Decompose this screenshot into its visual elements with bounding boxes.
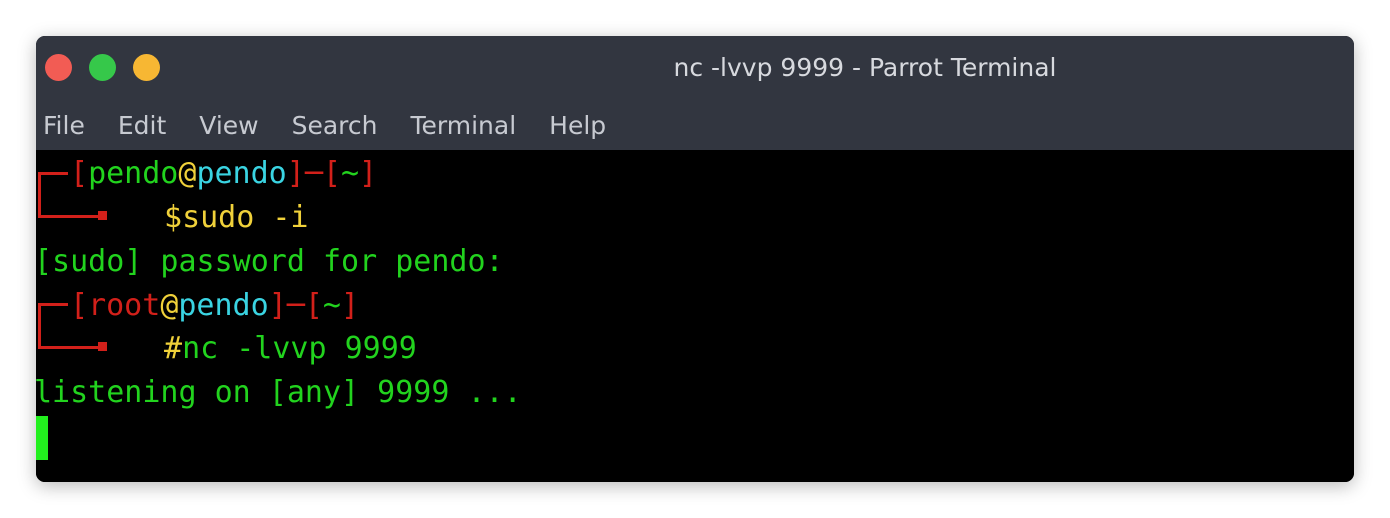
terminal-cursor — [36, 416, 48, 460]
prompt-at: @ — [160, 288, 179, 323]
prompt-bracket-vertical — [38, 303, 41, 348]
prompt-bracket-end — [98, 342, 107, 351]
dir-open: [ — [322, 156, 341, 191]
prompt-bracket-vertical — [38, 172, 41, 217]
prompt-bracket-top — [38, 172, 68, 175]
prompt-bracket-end — [98, 211, 107, 220]
bracket-open: [ — [70, 288, 89, 323]
bracket-close: ] — [268, 288, 287, 323]
menu-terminal[interactable]: Terminal — [410, 111, 516, 140]
listening-output-line: listening on [any] 9999 ... — [36, 375, 522, 410]
prompt-line-1: [pendo@pendo]─[~] — [70, 152, 377, 196]
dir-close: ] — [359, 156, 378, 191]
window-title: nc -lvvp 9999 - Parrot Terminal — [673, 53, 1057, 82]
prompt-user: root — [88, 288, 161, 323]
prompt-dash: ─ — [286, 288, 305, 323]
prompt-at: @ — [178, 156, 197, 191]
prompt-user: pendo — [88, 156, 179, 191]
sudo-password-line: [sudo] password for pendo: — [36, 244, 504, 279]
command-line-1: $sudo -i — [164, 196, 309, 240]
title-bar[interactable]: nc -lvvp 9999 - Parrot Terminal — [36, 36, 1354, 100]
prompt-symbol: $ — [164, 200, 183, 235]
menu-bar: File Edit View Search Terminal Help — [36, 100, 1354, 150]
prompt-symbol: # — [164, 331, 183, 366]
command-text: sudo -i — [182, 200, 309, 235]
prompt-bracket-bottom — [38, 346, 106, 349]
menu-view[interactable]: View — [199, 111, 258, 140]
prompt-dash: ─ — [304, 156, 323, 191]
bracket-open: [ — [70, 156, 89, 191]
prompt-host: pendo — [196, 156, 287, 191]
menu-edit[interactable]: Edit — [118, 111, 166, 140]
command-line-2: #nc -lvvp 9999 — [164, 327, 417, 371]
terminal-output[interactable]: [pendo@pendo]─[~] $sudo -i [sudo] passwo… — [36, 150, 1354, 482]
prompt-bracket-top — [38, 303, 68, 306]
prompt-bracket-bottom — [38, 215, 106, 218]
bracket-close: ] — [286, 156, 305, 191]
command-text: nc -lvvp 9999 — [182, 331, 417, 366]
prompt-dir: ~ — [340, 156, 359, 191]
prompt-line-2: [root@pendo]─[~] — [70, 284, 359, 328]
menu-help[interactable]: Help — [549, 111, 606, 140]
dir-close: ] — [340, 288, 359, 323]
menu-file[interactable]: File — [43, 111, 85, 140]
dir-open: [ — [304, 288, 323, 323]
prompt-dir: ~ — [322, 288, 341, 323]
prompt-host: pendo — [178, 288, 269, 323]
menu-search[interactable]: Search — [292, 111, 378, 140]
terminal-window: nc -lvvp 9999 - Parrot Terminal File Edi… — [36, 36, 1354, 482]
